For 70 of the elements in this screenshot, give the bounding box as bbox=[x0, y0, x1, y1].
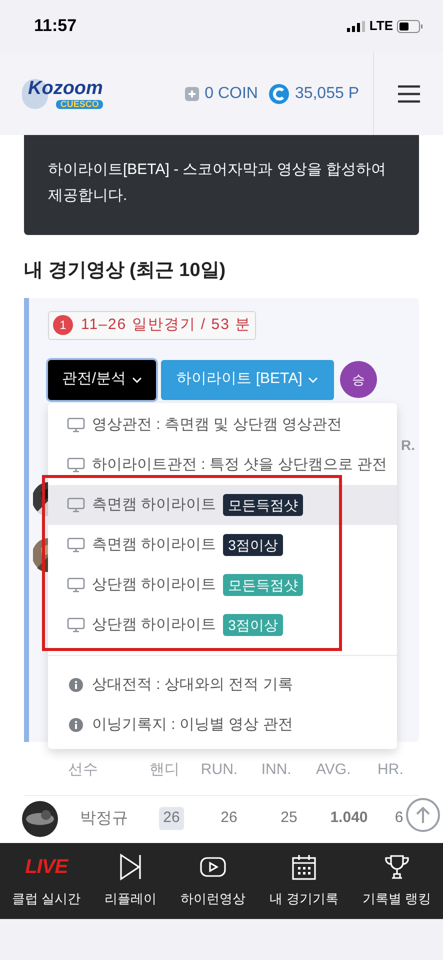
table-cell-text: 6 bbox=[394, 808, 404, 828]
notice-banner: 하이라이트[BETA] - 스코어자막과 영상을 합성하여 제공합니다. bbox=[24, 135, 419, 235]
info-icon bbox=[69, 678, 83, 692]
point-balance: 35,055 P bbox=[294, 84, 359, 104]
brand-logo[interactable]: Kozoom CUESCO bbox=[22, 78, 103, 108]
monitor-icon bbox=[67, 417, 85, 433]
arrow-up-icon bbox=[416, 806, 430, 824]
nav-tab[interactable]: 하이런영상 bbox=[180, 853, 246, 909]
tag: 3점이상 bbox=[223, 534, 283, 556]
tag: 모든득점샷 bbox=[223, 494, 304, 516]
chevron-down-icon bbox=[308, 376, 318, 382]
column-header: AVG. bbox=[315, 760, 352, 780]
tag: 3점이상 bbox=[223, 614, 283, 636]
menu-item[interactable]: 상단캠 하이라이트 모든득점샷 bbox=[48, 565, 397, 605]
column-header: 핸디 bbox=[148, 760, 181, 780]
menu-item-label: 상단캠 하이라이트 bbox=[92, 574, 216, 595]
menu-item-label: 측면캠 하이라이트 bbox=[92, 494, 216, 515]
menu-item[interactable]: 이닝기록지 : 이닝별 영상 관전 bbox=[48, 705, 397, 745]
menu-item[interactable]: 상대전적 : 상대와의 전적 기록 bbox=[48, 665, 397, 705]
monitor-icon bbox=[67, 617, 85, 633]
player-name: 박정규 bbox=[80, 808, 129, 828]
menu-item-label: 하이라이트관전 : 특정 샷을 상단캠으로 관전 bbox=[92, 454, 388, 475]
chevron-down-icon bbox=[132, 376, 142, 382]
play-icon bbox=[200, 857, 226, 878]
match-summary: 1 11–26 일반경기 / 53 분 bbox=[48, 310, 256, 340]
c-logo-icon bbox=[268, 82, 290, 104]
handicap-cell: 26 bbox=[159, 807, 184, 830]
nav-tab[interactable]: 기록별 랭킹 bbox=[362, 853, 431, 909]
table-cell-text: 26 bbox=[220, 808, 238, 828]
monitor-icon bbox=[67, 537, 85, 553]
dropdown-button[interactable]: 관전/분석 bbox=[48, 360, 156, 400]
info-icon bbox=[69, 718, 83, 732]
menu-item-label: 상단캠 하이라이트 bbox=[92, 614, 216, 635]
signal-icon bbox=[347, 20, 366, 32]
menu-item[interactable]: 하이라이트관전 : 특정 샷을 상단캠으로 관전 bbox=[48, 445, 397, 485]
menu-icon[interactable] bbox=[398, 84, 420, 102]
plus-icon[interactable] bbox=[184, 86, 199, 100]
skip-icon bbox=[118, 853, 143, 882]
menu-item[interactable]: 측면캠 하이라이트 모든득점샷 bbox=[48, 485, 397, 525]
calendar-icon bbox=[292, 854, 316, 880]
table-cell-text: 25 bbox=[280, 808, 298, 828]
nav-tab[interactable]: 리플레이 bbox=[104, 853, 157, 909]
live-logo: LIVE bbox=[25, 857, 68, 878]
nav-tab[interactable]: 내 경기기록 bbox=[270, 853, 338, 909]
menu-item[interactable]: 측면캠 하이라이트 3점이상 bbox=[48, 525, 397, 565]
column-header: RUN. bbox=[200, 760, 239, 780]
network-label: LTE bbox=[369, 17, 393, 36]
column-header: INN. bbox=[260, 760, 292, 780]
monitor-icon bbox=[67, 497, 85, 513]
scroll-top-button[interactable] bbox=[406, 798, 440, 832]
menu-item-label: 이닝기록지 : 이닝별 영상 관전 bbox=[92, 714, 293, 735]
status-time: 11:57 bbox=[34, 15, 77, 38]
tag: 모든득점샷 bbox=[223, 574, 304, 596]
menu-item[interactable]: 상단캠 하이라이트 3점이상 bbox=[48, 605, 397, 645]
monitor-icon bbox=[67, 577, 85, 593]
coin-balance: 0 COIN bbox=[204, 84, 258, 104]
nav-tab[interactable]: LIVE 클럽 실시간 bbox=[12, 853, 81, 909]
battery-icon bbox=[397, 20, 423, 32]
column-header: 선수 bbox=[67, 760, 99, 780]
menu-item-label: 상대전적 : 상대와의 전적 기록 bbox=[92, 674, 293, 695]
menu-item[interactable]: 영상관전 : 측면캠 및 상단캠 영상관전 bbox=[48, 405, 397, 445]
column-header: R. bbox=[401, 436, 415, 454]
monitor-icon bbox=[67, 457, 85, 473]
menu-item-label: 측면캠 하이라이트 bbox=[92, 534, 216, 555]
section-title: 내 경기영상 (최근 10일) bbox=[24, 259, 227, 283]
result-badge: 승 bbox=[340, 361, 377, 398]
column-header: HR. bbox=[376, 760, 404, 780]
table-cell-text: 1.040 bbox=[329, 808, 369, 828]
trophy-icon bbox=[384, 854, 410, 880]
menu-item-label: 영상관전 : 측면캠 및 상단캠 영상관전 bbox=[92, 414, 342, 435]
